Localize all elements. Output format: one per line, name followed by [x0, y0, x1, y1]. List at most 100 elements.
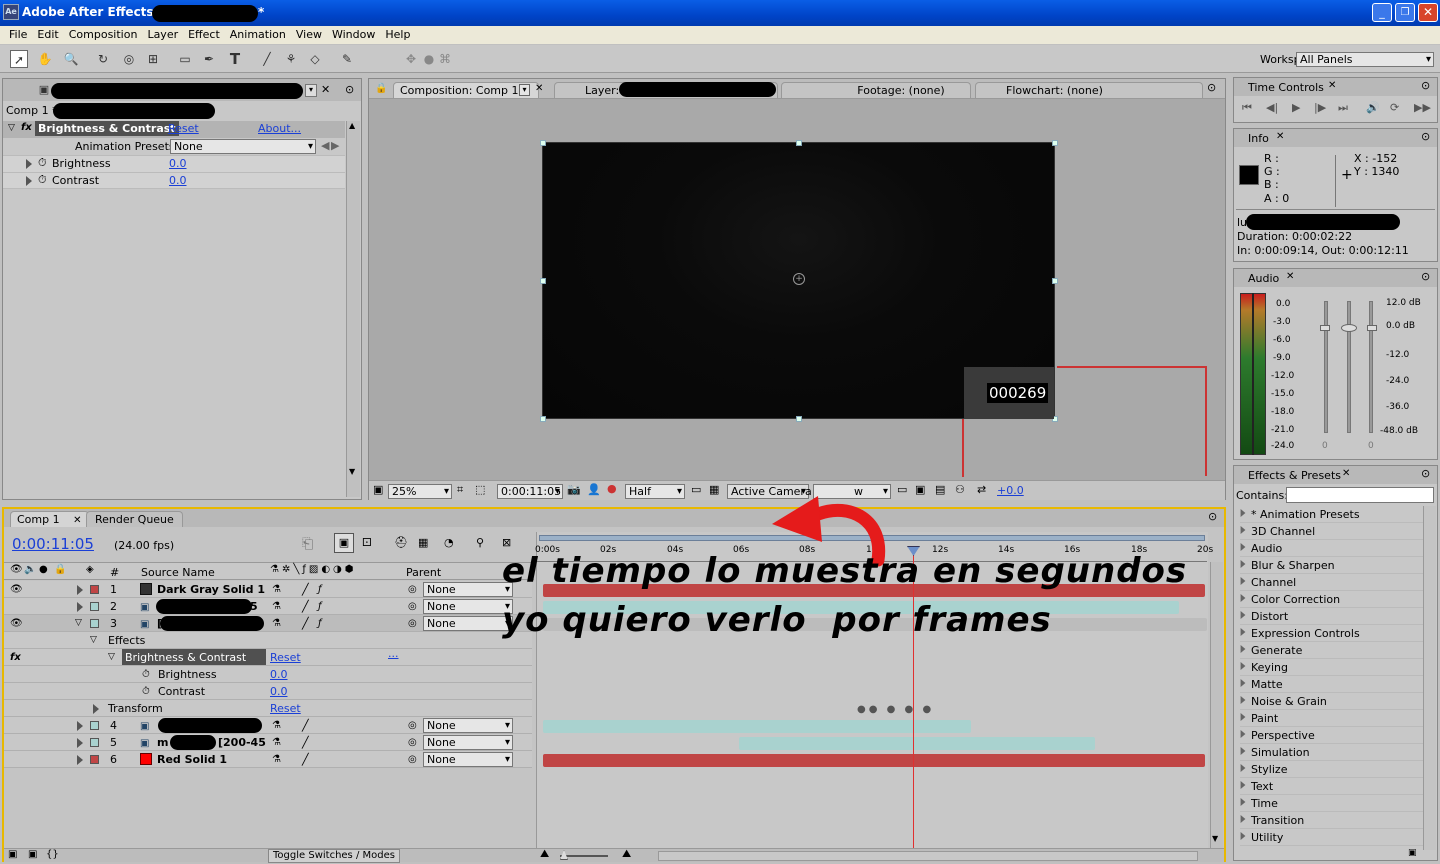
- quality-switch-icon[interactable]: ╱: [302, 717, 309, 734]
- layer-row-4[interactable]: 4 ▣ ⚗ ╱ ◎ None: [4, 717, 532, 734]
- tab-composition[interactable]: Composition: Comp 1: [393, 82, 539, 98]
- timeline-scrollbar[interactable]: ▼: [1210, 562, 1223, 850]
- quality-switch-icon[interactable]: ╱: [302, 598, 309, 615]
- new-bin-icon[interactable]: ▣: [1408, 848, 1417, 858]
- audio-slider-right-track[interactable]: [1369, 301, 1373, 433]
- region-of-interest-icon[interactable]: ▭: [691, 483, 701, 496]
- ep-item[interactable]: Blur & Sharpen: [1240, 557, 1426, 574]
- first-frame-icon[interactable]: ⏮: [1242, 101, 1252, 115]
- timeline-icon[interactable]: ▤: [935, 483, 945, 496]
- menu-effect[interactable]: Effect: [183, 26, 225, 44]
- solo-column-icon[interactable]: ●: [39, 564, 48, 575]
- presets-dropdown[interactable]: None: [170, 139, 316, 154]
- parent-dropdown[interactable]: None: [423, 616, 513, 631]
- ep-item[interactable]: * Animation Presets: [1240, 506, 1426, 523]
- parent-pickwhip-icon[interactable]: ◎: [408, 598, 417, 615]
- loop-icon[interactable]: ⟳: [1390, 101, 1399, 114]
- shy-switch-icon[interactable]: ⚗: [272, 717, 281, 734]
- timeline-effect-reset[interactable]: Reset: [270, 649, 301, 666]
- last-frame-icon[interactable]: ⏭: [1338, 101, 1348, 115]
- label-swatch[interactable]: [90, 602, 99, 611]
- quality-switch-icon[interactable]: ╱: [302, 751, 309, 768]
- menu-composition[interactable]: Composition: [64, 26, 143, 44]
- collapse-effects-icon[interactable]: ▽: [90, 632, 97, 649]
- av-eye-icon[interactable]: 👁: [10, 564, 23, 575]
- label-swatch[interactable]: [90, 721, 99, 730]
- timecode-field[interactable]: 0:00:11:05: [497, 484, 563, 499]
- puppet-pin-icon[interactable]: ✎: [338, 50, 356, 68]
- orbit-camera-icon[interactable]: ◎: [120, 50, 138, 68]
- parent-pickwhip-icon[interactable]: ◎: [408, 581, 417, 598]
- in-out-pane-icon[interactable]: {}: [46, 849, 59, 860]
- transform-reset[interactable]: Reset: [270, 700, 301, 717]
- zoom-tool-icon[interactable]: 🔍: [62, 50, 80, 68]
- ram-preview-icon[interactable]: ▶▶: [1414, 101, 1431, 114]
- layer-dropdown-button[interactable]: ▾: [305, 84, 317, 97]
- menu-help[interactable]: Help: [380, 26, 415, 44]
- playhead-line[interactable]: [913, 550, 914, 849]
- audio-column-icon[interactable]: 🔈: [24, 564, 36, 575]
- stopwatch-contrast-icon[interactable]: ⏱: [38, 173, 47, 187]
- shy-switch-icon[interactable]: ⚗: [272, 734, 281, 751]
- prop-value-brightness[interactable]: 0.0: [169, 157, 187, 170]
- toggle-switches-modes-button[interactable]: Toggle Switches / Modes: [268, 849, 400, 863]
- comp-mini-flowchart-icon[interactable]: ⎗: [302, 536, 313, 552]
- ep-item[interactable]: Stylize: [1240, 761, 1426, 778]
- handle-mr[interactable]: [1052, 278, 1058, 284]
- layer-bar-4[interactable]: [543, 720, 971, 733]
- mask-view-icon[interactable]: ⬚: [475, 483, 485, 496]
- audio-menu-icon[interactable]: ⊙: [1421, 270, 1430, 283]
- next-preset-icon[interactable]: ▶: [331, 139, 339, 152]
- parent-pickwhip-icon[interactable]: ◎: [408, 751, 417, 768]
- quality-switch-icon[interactable]: ╱: [302, 581, 309, 598]
- exposure-value[interactable]: +0.0: [997, 484, 1024, 497]
- effect-row[interactable]: fx ▽ Brightness & Contrast Reset ...: [4, 647, 532, 666]
- stopwatch-brightness-icon[interactable]: ⏱: [38, 156, 47, 170]
- parent-dropdown[interactable]: None: [423, 718, 513, 733]
- clone-stamp-icon[interactable]: ⚘: [282, 50, 300, 68]
- restore-button[interactable]: ❐: [1395, 3, 1415, 22]
- layer-row-3[interactable]: 👁 ▽ 3 ▣ [ ⚗ ╱ ƒ ◎ None: [4, 615, 532, 632]
- current-timecode[interactable]: 0:00:11:05: [12, 535, 94, 553]
- ep-item[interactable]: Transition: [1240, 812, 1426, 829]
- shy-switch-icon[interactable]: ⚗: [272, 598, 281, 615]
- handle-bl[interactable]: [540, 416, 546, 422]
- effect-about-link[interactable]: About...: [258, 122, 301, 135]
- close-info-icon[interactable]: ✕: [1276, 131, 1284, 142]
- rectangle-mask-icon[interactable]: ▭: [176, 50, 194, 68]
- ep-item[interactable]: Matte: [1240, 676, 1426, 693]
- draft-3d-icon[interactable]: ⚀: [362, 536, 372, 549]
- scroll-down-icon[interactable]: ▼: [1212, 834, 1218, 843]
- comp-dropdown-button[interactable]: ▾: [519, 84, 530, 96]
- layer-row-2[interactable]: 2 ▣ 5 ⚗ ╱ ƒ ◎ None: [4, 598, 532, 615]
- audio-toggle-icon[interactable]: 🔊: [1366, 101, 1380, 114]
- effect-switch-icon[interactable]: ƒ: [318, 581, 322, 598]
- prop-value-contrast[interactable]: 0.0: [169, 174, 187, 187]
- collapse-layer-icon[interactable]: ▽: [75, 615, 82, 632]
- ep-item[interactable]: Channel: [1240, 574, 1426, 591]
- brush-tool-icon[interactable]: ╱: [258, 50, 276, 68]
- label-swatch[interactable]: [90, 738, 99, 747]
- layer-name[interactable]: 5: [250, 598, 258, 615]
- expand-layer-icon[interactable]: [77, 738, 83, 748]
- stopwatch-icon[interactable]: ⏱: [142, 683, 150, 700]
- visibility-eye-icon[interactable]: 👁: [10, 615, 23, 632]
- layer-name-suffix[interactable]: [200-45: [218, 734, 266, 751]
- source-name-header[interactable]: Source Name: [141, 566, 215, 579]
- eraser-tool-icon[interactable]: ◇: [306, 50, 324, 68]
- stopwatch-icon[interactable]: ⏱: [142, 666, 150, 683]
- timeline-effect-ellipsis[interactable]: ...: [388, 645, 399, 662]
- selection-tool-icon[interactable]: ➚: [10, 50, 28, 68]
- parent-pickwhip-icon[interactable]: ◎: [408, 717, 417, 734]
- parent-dropdown[interactable]: None: [423, 582, 513, 597]
- audio-slider-mid-track[interactable]: [1347, 301, 1351, 433]
- frame-blend-icon[interactable]: ▦: [418, 536, 428, 549]
- prop-value[interactable]: 0.0: [270, 683, 288, 700]
- layer-row-1[interactable]: 👁 1 Dark Gray Solid 1 ⚗ ╱ ƒ ◎ None: [4, 581, 532, 598]
- ep-item[interactable]: Distort: [1240, 608, 1426, 625]
- prev-frame-icon[interactable]: ◀|: [1266, 101, 1278, 114]
- shy-switch-icon[interactable]: ⚗: [272, 581, 281, 598]
- ep-item[interactable]: Color Correction: [1240, 591, 1426, 608]
- fast-preview-icon[interactable]: ▣: [915, 483, 925, 496]
- effects-list-scrollbar[interactable]: [1423, 506, 1436, 850]
